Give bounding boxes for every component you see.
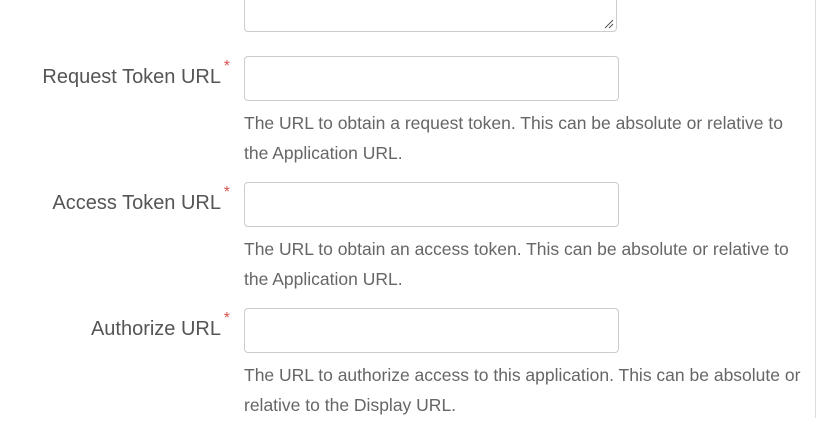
request-token-url-label: Request Token URL * <box>42 58 230 89</box>
authorize-url-label: Authorize URL * <box>90 310 230 341</box>
access-token-url-label-text: Access Token URL <box>52 192 221 214</box>
authorize-url-help: The URL to authorize access to this appl… <box>244 365 801 415</box>
access-token-url-input[interactable] <box>244 182 619 227</box>
required-indicator: * <box>223 184 230 201</box>
required-indicator: * <box>223 58 230 75</box>
request-token-url-help: The URL to obtain a request token. This … <box>244 113 783 163</box>
authorize-url-input[interactable] <box>244 308 619 353</box>
authorize-url-label-text: Authorize URL <box>90 318 221 340</box>
description-textarea[interactable] <box>244 0 617 32</box>
access-token-url-label: Access Token URL * <box>52 184 230 215</box>
request-token-url-input[interactable] <box>244 56 619 101</box>
request-token-url-label-text: Request Token URL <box>42 66 221 88</box>
resize-handle-icon[interactable] <box>604 19 614 29</box>
access-token-url-help: The URL to obtain an access token. This … <box>244 239 789 289</box>
required-indicator: * <box>223 310 230 327</box>
